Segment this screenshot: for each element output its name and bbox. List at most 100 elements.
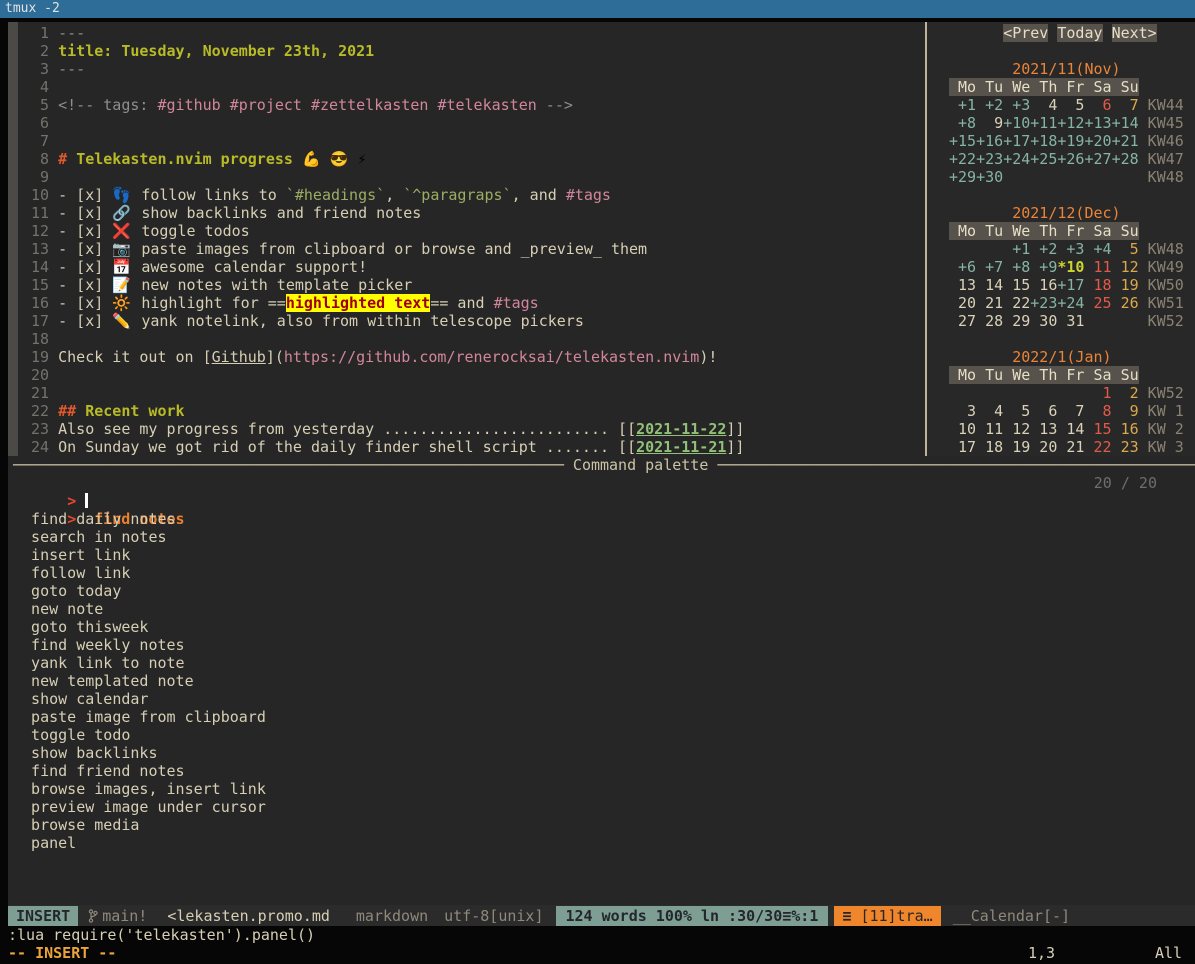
calendar-day[interactable]: 12: [1003, 420, 1030, 438]
calendar-day[interactable]: 14: [1057, 420, 1084, 438]
editor-line[interactable]: 2 title: Tuesday, November 23th, 2021: [22, 42, 744, 60]
palette-item[interactable]: yank link to note: [8, 654, 1195, 672]
buffer-badge[interactable]: ≡ [11]tra…: [834, 906, 940, 926]
calendar-day[interactable]: 5: [1112, 240, 1139, 258]
calendar-day[interactable]: 29: [1003, 312, 1030, 330]
calendar-day[interactable]: 5: [1003, 402, 1030, 420]
calendar-day[interactable]: 19: [1112, 276, 1139, 294]
calendar-day[interactable]: 30: [1030, 312, 1057, 330]
editor-line[interactable]: 15 - [x] 📝 new notes with template picke…: [22, 276, 744, 294]
calendar-day[interactable]: +3: [1003, 96, 1030, 114]
editor-line[interactable]: 5 <!-- tags: #github #project #zettelkas…: [22, 96, 744, 114]
calendar-day[interactable]: *10: [1057, 258, 1084, 276]
git-branch[interactable]: main!: [88, 907, 147, 925]
palette-item[interactable]: new note: [8, 600, 1195, 618]
editor-line[interactable]: 20: [22, 366, 744, 384]
palette-item[interactable]: panel: [8, 834, 1195, 852]
palette-item[interactable]: new templated note: [8, 672, 1195, 690]
palette-item[interactable]: paste image from clipboard: [8, 708, 1195, 726]
editor-window[interactable]: 1 --- 2 title: Tuesday, November 23th, 2…: [8, 22, 925, 456]
calendar-day[interactable]: 9: [976, 114, 1003, 132]
calendar-day[interactable]: +7: [976, 258, 1003, 276]
calendar-day[interactable]: +1: [949, 96, 976, 114]
calendar-day[interactable]: 4: [976, 402, 1003, 420]
editor-line[interactable]: 6: [22, 114, 744, 132]
calendar-day[interactable]: +19: [1057, 132, 1084, 150]
calendar-day[interactable]: +27: [1084, 150, 1111, 168]
calendar-day[interactable]: 15: [1084, 420, 1111, 438]
calendar-day[interactable]: 8: [1084, 402, 1111, 420]
calendar-day[interactable]: +20: [1084, 132, 1111, 150]
palette-item[interactable]: search in notes: [8, 528, 1195, 546]
calendar-day[interactable]: +10: [1003, 114, 1030, 132]
palette-prompt-row[interactable]: > 20 / 20: [8, 474, 1195, 492]
editor-line[interactable]: 21: [22, 384, 744, 402]
editor-line[interactable]: 1 ---: [22, 24, 744, 42]
calendar-day[interactable]: 17: [949, 438, 976, 456]
calendar-day[interactable]: +4: [1084, 240, 1111, 258]
editor-line[interactable]: 18: [22, 330, 744, 348]
calendar-prev-button[interactable]: <Prev: [1003, 24, 1048, 42]
calendar-day[interactable]: 1: [1084, 384, 1111, 402]
palette-item[interactable]: insert link: [8, 546, 1195, 564]
calendar-day[interactable]: +8: [949, 114, 976, 132]
calendar-day[interactable]: 22: [1003, 294, 1030, 312]
calendar-next-button[interactable]: Next>: [1112, 24, 1157, 42]
palette-item-selected[interactable]: >find notes: [8, 492, 1195, 510]
calendar-day[interactable]: 20: [1030, 438, 1057, 456]
calendar-day[interactable]: +22: [949, 150, 976, 168]
calendar-day[interactable]: +23: [1030, 294, 1057, 312]
palette-item[interactable]: find daily notes: [8, 510, 1195, 528]
calendar-day[interactable]: +15: [949, 132, 976, 150]
calendar-day[interactable]: 7: [1112, 96, 1139, 114]
palette-item[interactable]: goto today: [8, 582, 1195, 600]
calendar-day[interactable]: 27: [949, 312, 976, 330]
calendar-day[interactable]: +21: [1112, 132, 1139, 150]
editor-line[interactable]: 11 - [x] 🔗 show backlinks and friend not…: [22, 204, 744, 222]
calendar-day[interactable]: 6: [1030, 402, 1057, 420]
editor-line[interactable]: 9: [22, 168, 744, 186]
palette-item[interactable]: toggle todo: [8, 726, 1195, 744]
calendar-day[interactable]: +23: [976, 150, 1003, 168]
calendar-day[interactable]: +2: [1030, 240, 1057, 258]
palette-item[interactable]: preview image under cursor: [8, 798, 1195, 816]
calendar-day[interactable]: 25: [1084, 294, 1111, 312]
calendar-day[interactable]: +17: [1057, 276, 1084, 294]
calendar-day[interactable]: +11: [1030, 114, 1057, 132]
calendar-day[interactable]: 23: [1112, 438, 1139, 456]
calendar-day[interactable]: 19: [1003, 438, 1030, 456]
calendar-day[interactable]: 16: [1112, 420, 1139, 438]
calendar-day[interactable]: 18: [1084, 276, 1111, 294]
calendar-day[interactable]: 2: [1112, 384, 1139, 402]
editor-line[interactable]: 4: [22, 78, 744, 96]
palette-item[interactable]: browse media: [8, 816, 1195, 834]
calendar-day[interactable]: 13: [949, 276, 976, 294]
calendar-day[interactable]: 28: [976, 312, 1003, 330]
calendar-today-button[interactable]: Today: [1057, 24, 1102, 42]
palette-item[interactable]: browse images, insert link: [8, 780, 1195, 798]
calendar-day[interactable]: +8: [1003, 258, 1030, 276]
editor-line[interactable]: 10 - [x] 👣 follow links to `#headings`, …: [22, 186, 744, 204]
command-line[interactable]: :lua require('telekasten').panel(): [8, 926, 1195, 944]
calendar-day[interactable]: +24: [1003, 150, 1030, 168]
calendar-day[interactable]: +16: [976, 132, 1003, 150]
calendar-day[interactable]: 26: [1112, 294, 1139, 312]
editor-line[interactable]: 12 - [x] ❌ toggle todos: [22, 222, 744, 240]
calendar-day[interactable]: 21: [1057, 438, 1084, 456]
palette-item[interactable]: show backlinks: [8, 744, 1195, 762]
calendar-day[interactable]: +18: [1030, 132, 1057, 150]
calendar-day[interactable]: +14: [1112, 114, 1139, 132]
calendar-day[interactable]: 11: [1084, 258, 1111, 276]
editor-line[interactable]: 7: [22, 132, 744, 150]
editor-line[interactable]: 14 - [x] 📅 awesome calendar support!: [22, 258, 744, 276]
calendar-day[interactable]: +26: [1057, 150, 1084, 168]
calendar-day[interactable]: 31: [1057, 312, 1084, 330]
calendar-day[interactable]: 13: [1030, 420, 1057, 438]
palette-item[interactable]: goto thisweek: [8, 618, 1195, 636]
calendar-day[interactable]: 20: [949, 294, 976, 312]
calendar-day[interactable]: +6: [949, 258, 976, 276]
calendar-day[interactable]: +30: [976, 168, 1003, 186]
palette-item[interactable]: show calendar: [8, 690, 1195, 708]
calendar-day[interactable]: +3: [1057, 240, 1084, 258]
editor-line[interactable]: 19 Check it out on [Github](https://gith…: [22, 348, 744, 366]
